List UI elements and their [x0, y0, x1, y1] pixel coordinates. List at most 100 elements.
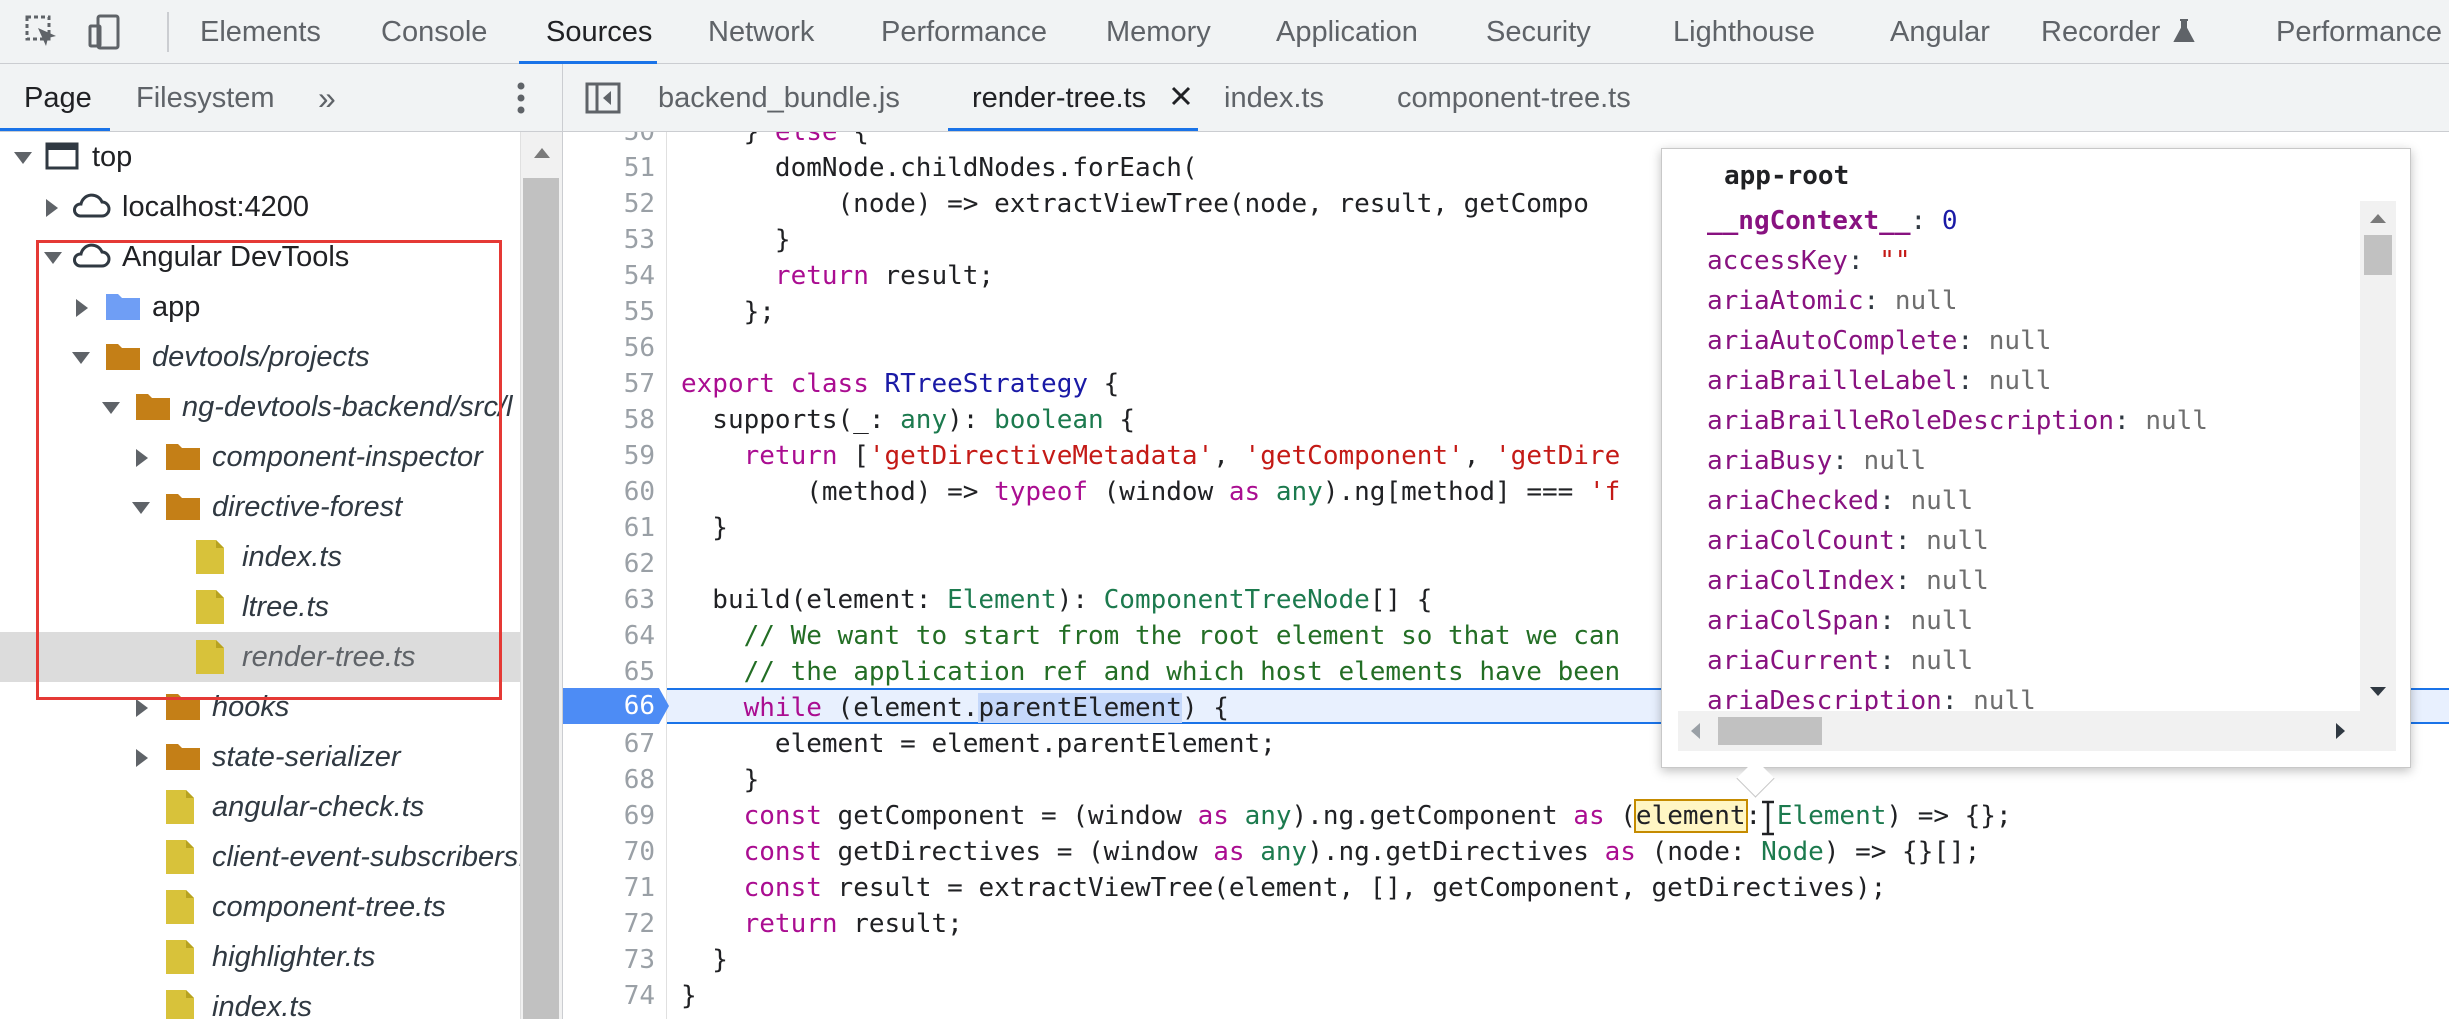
property-row[interactable]: ariaAutoComplete: null: [1707, 321, 2051, 361]
collapsed-arrow-icon[interactable]: [136, 699, 148, 717]
line-number: 54: [623, 261, 655, 291]
tree-item-label: top: [92, 141, 133, 173]
property-row[interactable]: ariaColSpan: null: [1707, 601, 1973, 641]
popover-title: app-root: [1724, 161, 1850, 191]
cloud-icon: [73, 193, 111, 218]
tab-filesystem[interactable]: Filesystem: [136, 64, 275, 131]
line-number: 55: [623, 297, 655, 327]
line-number: 65: [623, 657, 655, 687]
property-list[interactable]: __ngContext__: 0 accessKey: "" ariaAtomi…: [1678, 201, 2368, 711]
line-number: 71: [623, 873, 655, 903]
tree-item-client-event-subscribers[interactable]: client-event-subscribers.: [0, 832, 520, 882]
breakpoint-marker[interactable]: 66: [563, 688, 671, 724]
tree-item-localhost[interactable]: localhost:4200: [0, 182, 520, 232]
tree-item-index-ts-2[interactable]: index.ts: [0, 982, 520, 1019]
tab-lighthouse[interactable]: Lighthouse: [1673, 0, 1815, 63]
tree-item-label: angular-check.ts: [212, 791, 425, 823]
tree-item-top[interactable]: top: [0, 132, 520, 182]
tab-memory[interactable]: Memory: [1106, 0, 1211, 63]
property-row[interactable]: ariaBrailleLabel: null: [1707, 361, 2051, 401]
collapsed-arrow-icon[interactable]: [136, 749, 148, 767]
devtools-toolbar: Elements Console Sources Network Perform…: [0, 0, 2449, 64]
line-number: 50: [623, 132, 655, 147]
collapsed-arrow-icon[interactable]: [46, 199, 58, 217]
property-row[interactable]: ariaBusy: null: [1707, 441, 1926, 481]
scrollbar-thumb[interactable]: [1718, 717, 1822, 745]
editor-tab-component-tree[interactable]: component-tree.ts: [1397, 64, 1631, 131]
tab-recorder[interactable]: Recorder: [2041, 0, 2160, 63]
line-number: 63: [623, 585, 655, 615]
editor-tab-index[interactable]: index.ts: [1224, 64, 1324, 131]
expanded-arrow-icon[interactable]: [14, 152, 32, 164]
line-number: 59: [623, 441, 655, 471]
scroll-down-icon[interactable]: [2368, 685, 2388, 699]
text-cursor-icon: [1762, 800, 1774, 836]
property-row[interactable]: __ngContext__: 0: [1707, 201, 1957, 241]
line-number: 67: [623, 729, 655, 759]
editor-tab-render-tree[interactable]: render-tree.ts: [972, 64, 1146, 131]
tab-network[interactable]: Network: [708, 0, 814, 63]
scroll-right-icon[interactable]: [2334, 721, 2348, 741]
line-number: 52: [623, 189, 655, 219]
code-line: }: [681, 765, 760, 795]
popover-vertical-scrollbar[interactable]: [2360, 201, 2396, 711]
tree-item-label: component-tree.ts: [212, 891, 446, 923]
property-row[interactable]: ariaCurrent: null: [1707, 641, 1973, 681]
line-number: 53: [623, 225, 655, 255]
tree-item-angular-check-ts[interactable]: angular-check.ts: [0, 782, 520, 832]
property-row[interactable]: ariaBrailleRoleDescription: null: [1707, 401, 2208, 441]
tree-item-label: localhost:4200: [122, 191, 310, 223]
line-number: 68: [623, 765, 655, 795]
scrollbar-thumb[interactable]: [2364, 235, 2392, 275]
nav-tab-indicator: [0, 128, 110, 131]
tab-performance[interactable]: Performance: [881, 0, 1047, 63]
scrollbar-thumb[interactable]: [523, 178, 559, 1019]
editor-tab-backend-bundle[interactable]: backend_bundle.js: [658, 64, 900, 131]
tab-page[interactable]: Page: [24, 64, 92, 131]
line-number: 57: [623, 369, 655, 399]
popover-horizontal-scrollbar[interactable]: [1678, 711, 2396, 751]
scroll-up-icon[interactable]: [2368, 211, 2388, 225]
line-number: 60: [623, 477, 655, 507]
tree-item-highlighter-ts[interactable]: highlighter.ts: [0, 932, 520, 982]
property-row[interactable]: ariaAtomic: null: [1707, 281, 1957, 321]
frame-icon: [45, 142, 79, 170]
tab-angular[interactable]: Angular: [1890, 0, 1990, 63]
tab-console[interactable]: Console: [381, 0, 487, 63]
file-icon: [166, 940, 194, 974]
line-number: 69: [623, 801, 655, 831]
inspect-element-icon[interactable]: [22, 12, 62, 52]
line-number: 70: [623, 837, 655, 867]
property-row[interactable]: accessKey: "": [1707, 241, 1911, 281]
tree-item-label: highlighter.ts: [212, 941, 376, 973]
more-tabs-icon[interactable]: »: [318, 64, 336, 131]
tab-performance-insights[interactable]: Performance: [2276, 0, 2442, 63]
close-tab-icon[interactable]: [1167, 82, 1195, 110]
breakpoint-line-number: 66: [624, 691, 655, 721]
device-toolbar-icon[interactable]: [86, 12, 126, 52]
property-row[interactable]: ariaDescription: null: [1707, 681, 2036, 711]
navigator-header: Page Filesystem »: [0, 64, 562, 132]
scroll-up-icon[interactable]: [534, 148, 550, 158]
more-options-icon[interactable]: [513, 80, 529, 116]
toggle-navigator-icon[interactable]: [585, 82, 621, 114]
code-line: const getDirectives = (window as any).ng…: [743, 837, 1981, 867]
editor-tab-indicator: [948, 128, 1198, 131]
property-row[interactable]: ariaColIndex: null: [1707, 561, 1989, 601]
object-preview-popover[interactable]: app-root __ngContext__: 0 accessKey: "" …: [1661, 148, 2411, 798]
scroll-left-icon[interactable]: [1688, 721, 1702, 741]
tab-security[interactable]: Security: [1486, 0, 1591, 63]
tab-application[interactable]: Application: [1276, 0, 1418, 63]
editor-tabs: backend_bundle.js render-tree.ts index.t…: [563, 64, 2449, 132]
navigator-scrollbar[interactable]: [520, 132, 562, 1019]
property-row[interactable]: ariaColCount: null: [1707, 521, 1989, 561]
tab-sources[interactable]: Sources: [546, 0, 652, 63]
property-row[interactable]: ariaChecked: null: [1707, 481, 1973, 521]
tree-item-component-tree-ts[interactable]: component-tree.ts: [0, 882, 520, 932]
line-number: 73: [623, 945, 655, 975]
annotation-highlight-box: [36, 240, 502, 700]
tree-item-state-serializer[interactable]: state-serializer: [0, 732, 520, 782]
code-line: return ['getDirectiveMetadata', 'getComp…: [743, 441, 1621, 471]
toolbar-separator: [167, 12, 169, 52]
tab-elements[interactable]: Elements: [200, 0, 321, 63]
